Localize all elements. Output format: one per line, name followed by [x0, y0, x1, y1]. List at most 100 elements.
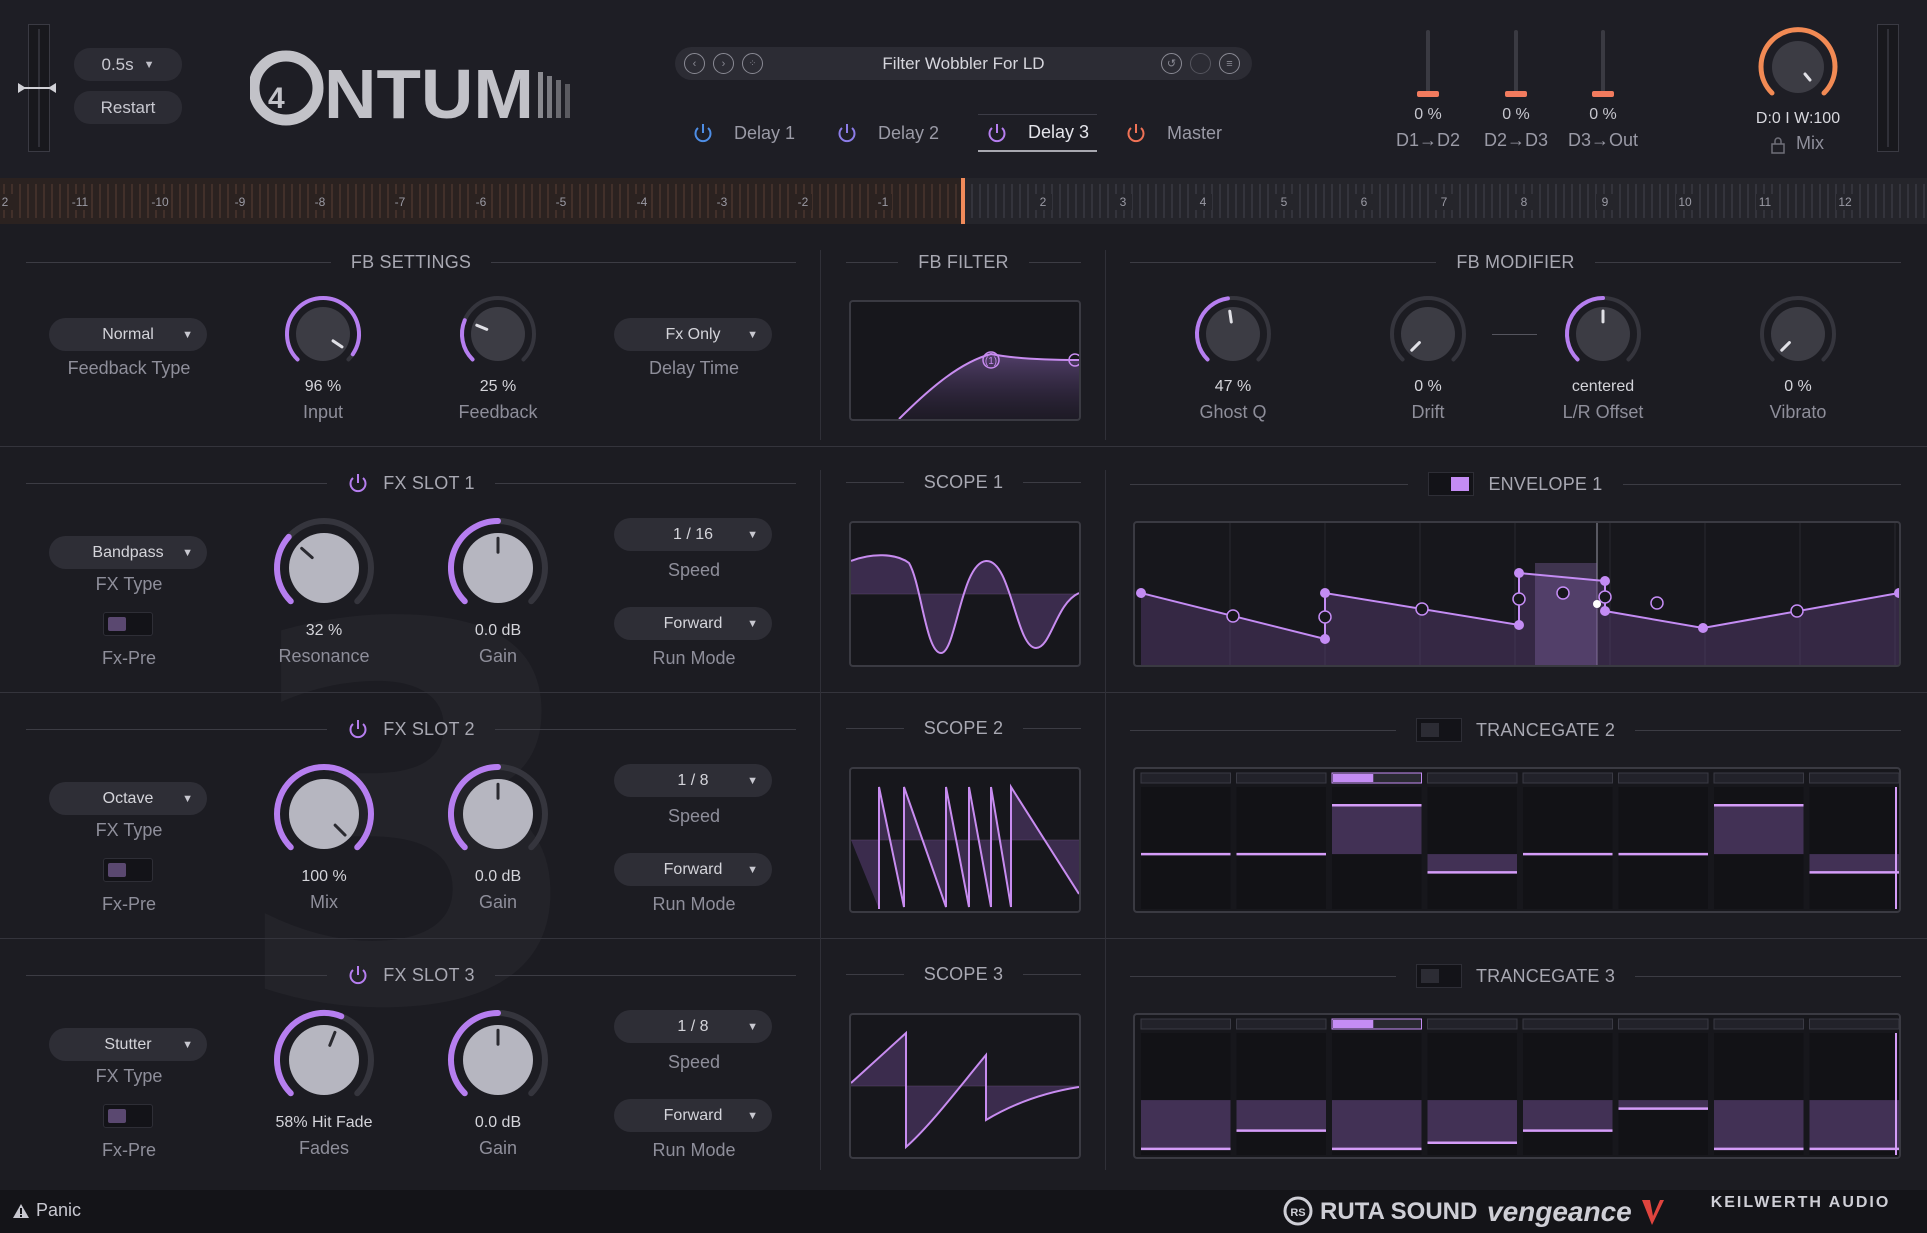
gate-step[interactable] [1809, 1100, 1900, 1149]
feedback-type-dropdown[interactable]: Normal ▼ [49, 318, 207, 351]
step-indicator[interactable] [1427, 1018, 1518, 1030]
step-indicator[interactable] [1140, 1018, 1231, 1030]
gate-step[interactable] [1236, 1100, 1327, 1131]
redo-icon[interactable] [1190, 53, 1211, 74]
mix-knob[interactable] [1755, 24, 1841, 110]
run-mode-dropdown[interactable]: Forward ▼ [614, 607, 772, 640]
gate-step[interactable] [1714, 805, 1804, 855]
step-indicator[interactable] [1522, 1018, 1613, 1030]
tab-delay-2[interactable]: Delay 2 [836, 114, 939, 152]
step-indicator[interactable] [1427, 772, 1518, 784]
panic-button[interactable]: Panic [12, 1200, 81, 1221]
gate-step[interactable] [1523, 1100, 1613, 1131]
gate-step[interactable] [1809, 854, 1900, 873]
ghost-q-knob[interactable] [1193, 294, 1273, 374]
route-d3-out[interactable]: 0 % D3→Out [1553, 30, 1653, 151]
feedback-knob[interactable] [458, 294, 538, 374]
power-icon[interactable] [347, 964, 369, 986]
step-indicator[interactable] [1236, 1018, 1327, 1030]
envelope-node[interactable] [1320, 634, 1330, 644]
gain-knob[interactable] [446, 1008, 550, 1112]
tab-delay-1[interactable]: Delay 1 [692, 114, 795, 152]
step-indicator[interactable] [1236, 772, 1327, 784]
menu-icon[interactable]: ≡ [1219, 53, 1240, 74]
tab-master[interactable]: Master [1125, 114, 1222, 152]
trancegate-steps[interactable] [1135, 769, 1899, 911]
gate-step[interactable] [1427, 854, 1518, 873]
envelope-node[interactable] [1600, 576, 1610, 586]
step-indicator[interactable] [1809, 772, 1900, 784]
step-indicator[interactable] [1618, 772, 1709, 784]
gain-knob[interactable] [446, 516, 550, 620]
timeline-ruler[interactable]: 2 -11 -10 -9 -8 -7 -6 -5 -4 -3 -2 -1 2 3 4 5 6 7 8 9 10 11 12 [0, 178, 1927, 224]
modulator-toggle[interactable] [1415, 964, 1462, 988]
route-slider[interactable] [1417, 30, 1439, 97]
drift-knob[interactable] [1388, 294, 1468, 374]
fx-type-dropdown[interactable]: Stutter ▼ [49, 1028, 207, 1061]
envelope-curve-handle[interactable] [1556, 586, 1570, 600]
speed-dropdown[interactable]: 1 / 16 ▼ [614, 518, 772, 551]
step-indicator[interactable] [1713, 1018, 1804, 1030]
fx-type-dropdown[interactable]: Bandpass ▼ [49, 536, 207, 569]
step-indicator[interactable] [1522, 772, 1613, 784]
step-indicator[interactable] [1713, 772, 1804, 784]
fx-type-dropdown[interactable]: Octave ▼ [49, 782, 207, 815]
restart-button[interactable]: Restart [74, 91, 182, 124]
filter-curve[interactable]: (1) [851, 302, 1079, 419]
run-mode-dropdown[interactable]: Forward ▼ [614, 1099, 772, 1132]
gate-step[interactable] [1714, 1100, 1804, 1149]
power-icon[interactable] [347, 718, 369, 740]
envelope-curve-handle[interactable] [1650, 596, 1664, 610]
vibrato-knob[interactable] [1758, 294, 1838, 374]
gate-step[interactable] [1332, 805, 1422, 855]
trancegate-steps[interactable] [1135, 1015, 1899, 1157]
fx-knob-1[interactable] [272, 516, 376, 620]
fx-pre-toggle[interactable] [103, 858, 153, 882]
playhead[interactable] [961, 178, 965, 224]
trancegate-editor[interactable] [1133, 1013, 1901, 1159]
run-mode-dropdown[interactable]: Forward ▼ [614, 853, 772, 886]
route-slider[interactable] [1592, 30, 1614, 97]
gate-step[interactable] [1427, 1100, 1518, 1143]
lr-offset-knob[interactable] [1563, 294, 1643, 374]
lock-icon[interactable] [1770, 136, 1786, 154]
envelope-node[interactable] [1600, 606, 1610, 616]
time-dropdown[interactable]: 0.5s ▼ [74, 48, 182, 81]
delay-time-dropdown[interactable]: Fx Only ▼ [614, 318, 772, 351]
step-indicator[interactable] [1809, 1018, 1900, 1030]
envelope-curve-handle[interactable] [1598, 590, 1612, 604]
envelope-curve-handle[interactable] [1790, 604, 1804, 618]
envelope-graph[interactable] [1135, 523, 1899, 665]
route-d2-d3[interactable]: 0 % D2→D3 [1466, 30, 1566, 151]
fx-pre-toggle[interactable] [103, 1104, 153, 1128]
fb-filter-graph[interactable]: (1) [849, 300, 1081, 421]
envelope-node[interactable] [1698, 623, 1708, 633]
step-indicator[interactable] [1140, 772, 1231, 784]
envelope-curve-handle[interactable] [1226, 609, 1240, 623]
speed-dropdown[interactable]: 1 / 8 ▼ [614, 764, 772, 797]
envelope-curve-handle[interactable] [1512, 592, 1526, 606]
gate-step[interactable] [1618, 1100, 1709, 1109]
tab-delay-3[interactable]: Delay 3 [978, 114, 1098, 152]
trancegate-editor[interactable] [1133, 767, 1901, 913]
envelope-curve-handle[interactable] [1415, 602, 1429, 616]
input-knob[interactable] [283, 294, 363, 374]
modulator-toggle[interactable] [1428, 472, 1475, 496]
speed-dropdown[interactable]: 1 / 8 ▼ [614, 1010, 772, 1043]
envelope-node[interactable] [1514, 620, 1524, 630]
gate-step[interactable] [1141, 1100, 1231, 1149]
envelope-editor[interactable] [1133, 521, 1901, 667]
envelope-node[interactable] [1320, 588, 1330, 598]
meter-handle-icon[interactable] [16, 80, 60, 96]
fx-pre-toggle[interactable] [103, 612, 153, 636]
route-d1-d2[interactable]: 0 % D1→D2 [1378, 30, 1478, 151]
route-slider[interactable] [1505, 30, 1527, 97]
envelope-curve-handle[interactable] [1318, 610, 1332, 624]
gate-step[interactable] [1332, 1100, 1422, 1149]
modulator-toggle[interactable] [1415, 718, 1462, 742]
fx-knob-1[interactable] [272, 1008, 376, 1112]
envelope-node[interactable] [1136, 588, 1146, 598]
undo-icon[interactable]: ↺ [1161, 53, 1182, 74]
gain-knob[interactable] [446, 762, 550, 866]
step-indicator[interactable] [1618, 1018, 1709, 1030]
